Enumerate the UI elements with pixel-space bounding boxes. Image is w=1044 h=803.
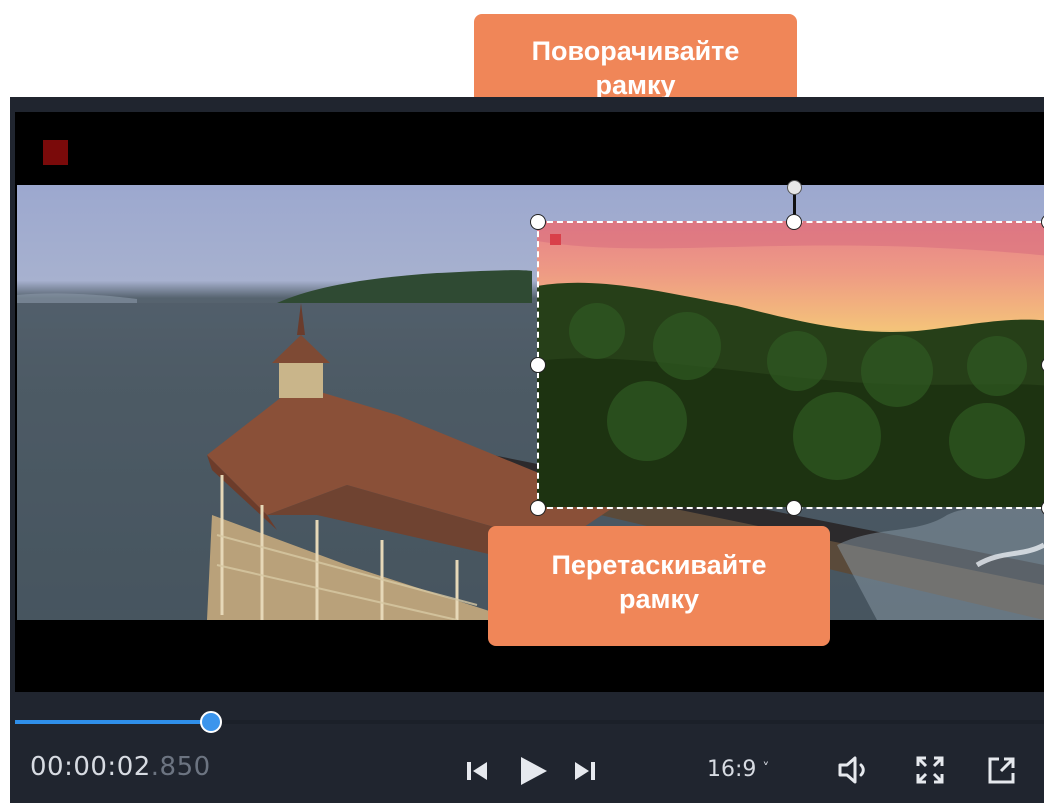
forest-sunset-image (537, 221, 1044, 507)
chevron-down-icon: ˅ (762, 761, 770, 777)
picture-in-picture-overlay[interactable] (537, 221, 1044, 507)
rotate-handle[interactable] (787, 180, 802, 195)
aspect-ratio-value: 16:9 (707, 757, 757, 782)
detach-window-button[interactable] (983, 752, 1019, 788)
resize-handle-bottom-middle[interactable] (786, 500, 802, 516)
timecode-display: 00:00:02.850 (30, 752, 211, 782)
resize-handle-top-middle[interactable] (786, 214, 802, 230)
fullscreen-icon (916, 756, 944, 784)
timecode-milliseconds: .850 (150, 752, 211, 782)
resize-handle-middle-left[interactable] (530, 357, 546, 373)
resize-handle-top-left[interactable] (530, 214, 546, 230)
play-icon (521, 757, 547, 785)
skip-forward-icon (575, 762, 595, 780)
play-button[interactable] (513, 751, 553, 791)
playback-progress-bar[interactable] (15, 711, 1044, 733)
volume-button[interactable] (835, 752, 875, 788)
timecode-main: 00:00:02 (30, 752, 151, 782)
detach-window-icon (988, 757, 1015, 784)
skip-forward-button[interactable] (570, 755, 600, 787)
aspect-ratio-dropdown[interactable]: 16:9 ˅ (707, 757, 769, 782)
drag-callout-line1: Перетаскивайте (551, 550, 767, 580)
record-marker (43, 140, 68, 165)
resize-handle-bottom-left[interactable] (530, 500, 546, 516)
pip-record-marker (550, 234, 561, 245)
progress-fill (15, 720, 211, 724)
rotate-callout-line1: Поворачивайте (531, 36, 740, 66)
fullscreen-button[interactable] (912, 752, 948, 788)
video-player: 00:00:02.850 16:9 ˅ (10, 97, 1044, 803)
volume-icon (838, 756, 865, 784)
skip-back-button[interactable] (462, 755, 492, 787)
skip-back-icon (467, 762, 487, 780)
drag-frame-callout: Перетаскивайте рамку (488, 526, 830, 646)
drag-callout-line2: рамку (618, 584, 699, 614)
progress-thumb[interactable] (199, 711, 222, 733)
